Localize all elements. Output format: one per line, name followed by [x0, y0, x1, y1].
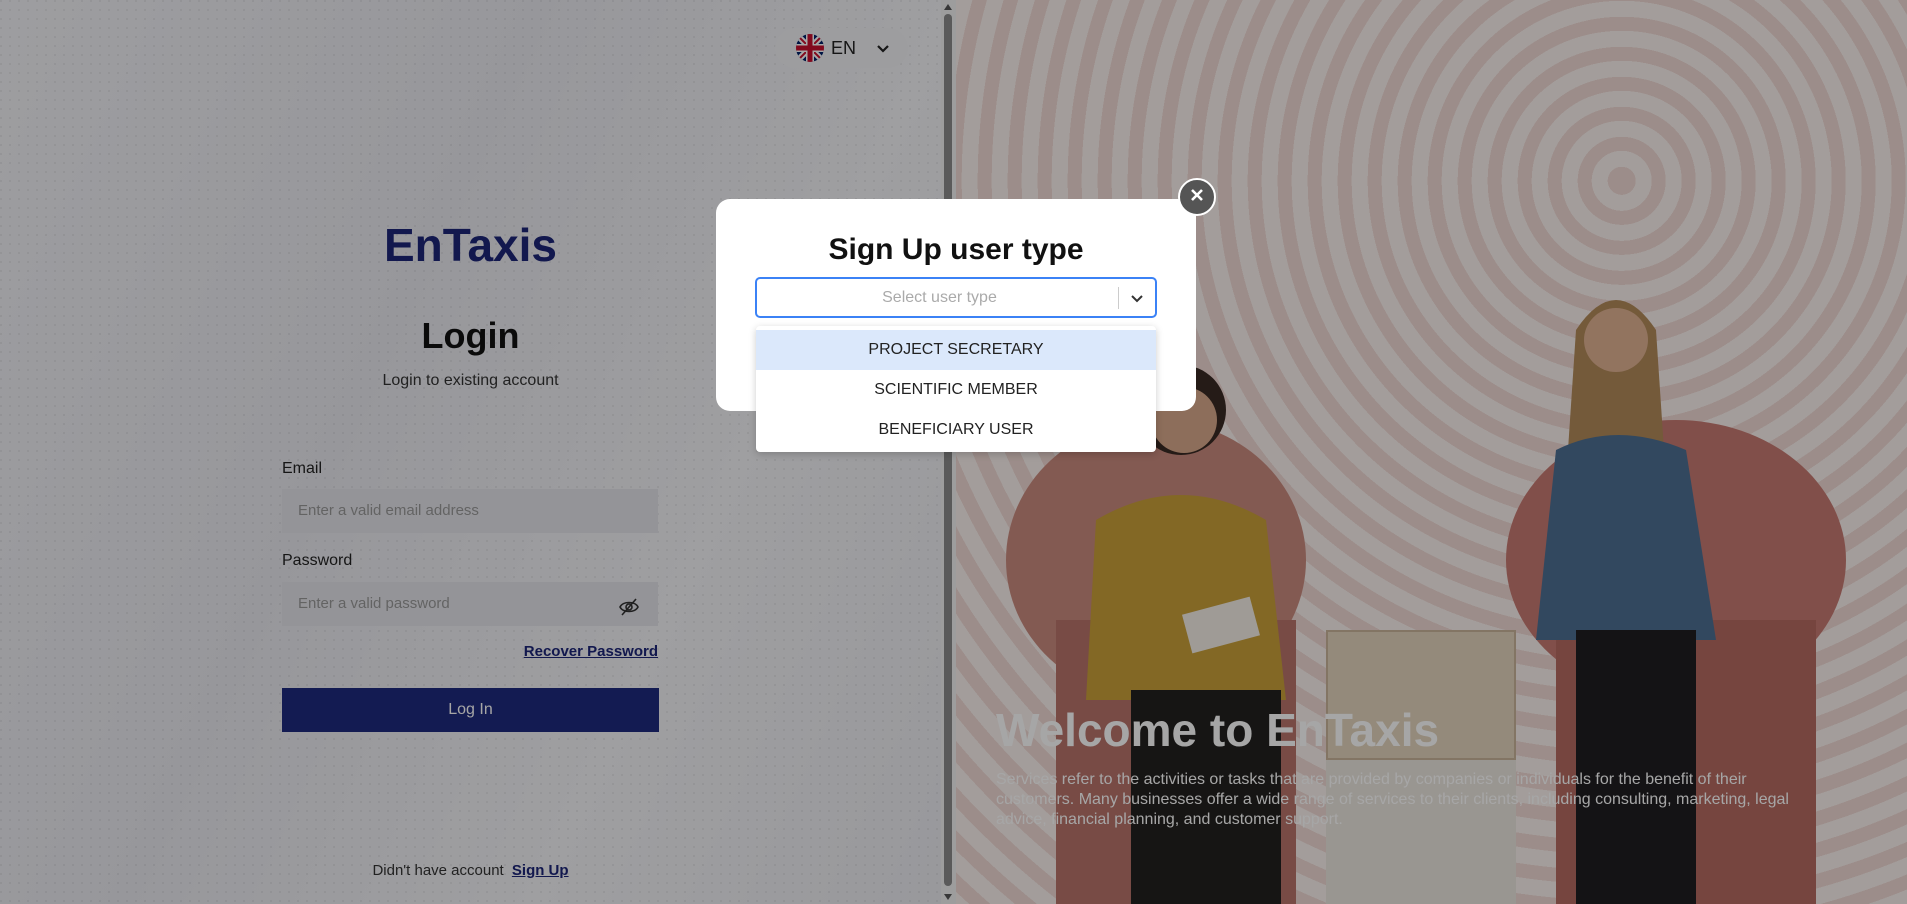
option-beneficiary-user[interactable]: BENEFICIARY USER: [756, 410, 1156, 450]
close-icon: [1190, 188, 1204, 207]
option-project-secretary[interactable]: PROJECT SECRETARY: [756, 330, 1156, 370]
select-separator: [1118, 287, 1119, 309]
close-modal-button[interactable]: [1178, 178, 1216, 216]
user-type-dropdown-menu: PROJECT SECRETARY SCIENTIFIC MEMBER BENE…: [756, 326, 1156, 452]
modal-backdrop[interactable]: [0, 0, 1907, 904]
select-placeholder: Select user type: [882, 289, 997, 306]
modal-title: Sign Up user type: [828, 233, 1084, 266]
user-type-select[interactable]: Select user type: [755, 277, 1157, 318]
chevron-down-icon[interactable]: [1129, 290, 1145, 306]
option-scientific-member[interactable]: SCIENTIFIC MEMBER: [756, 370, 1156, 410]
